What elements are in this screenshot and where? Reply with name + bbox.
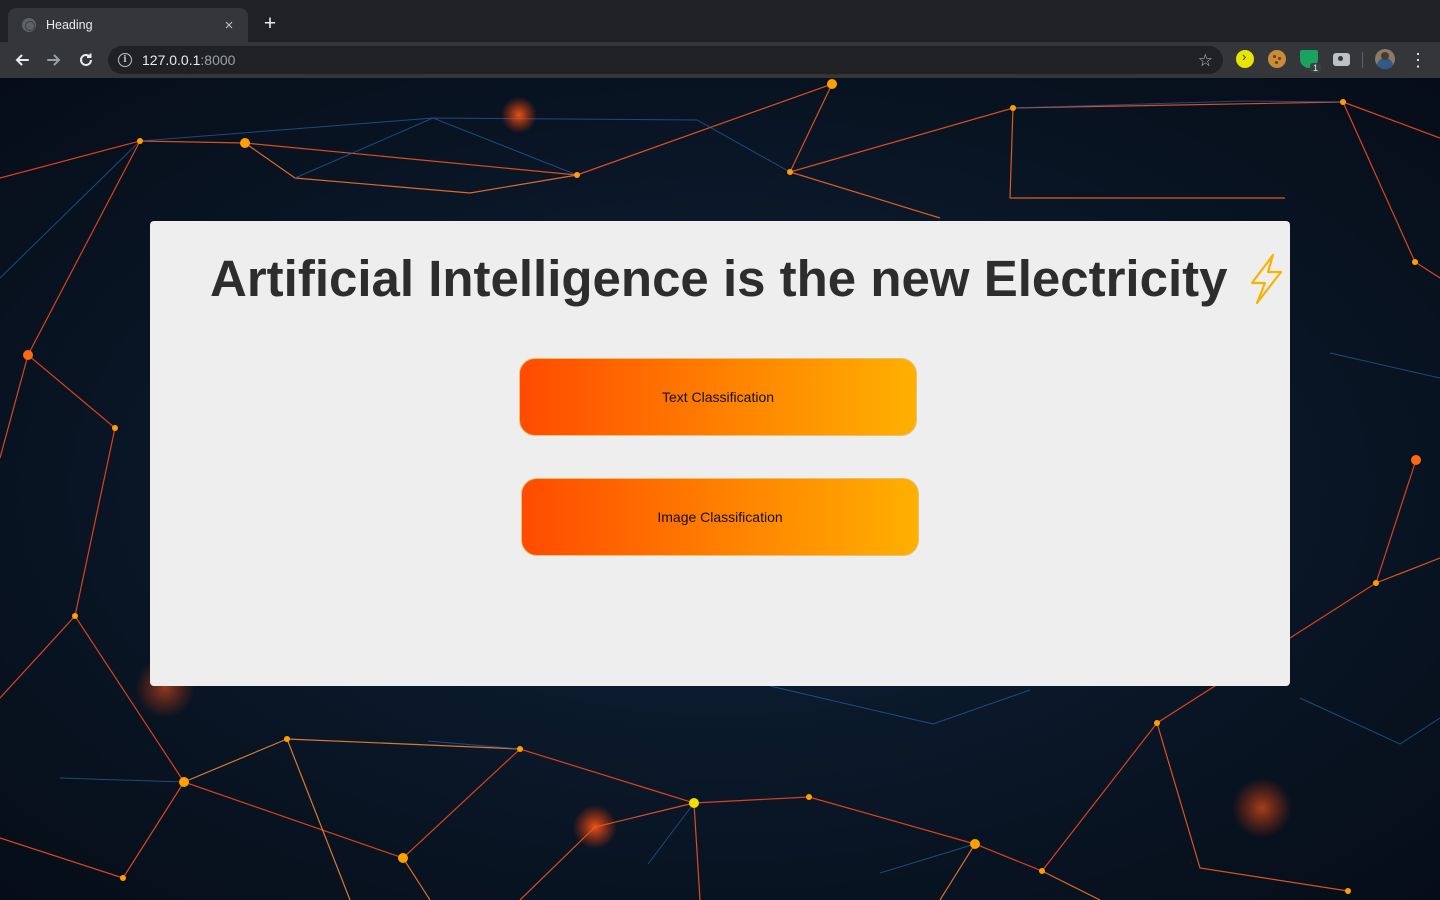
back-button[interactable] bbox=[8, 46, 36, 74]
arrow-right-icon bbox=[47, 54, 61, 66]
text-classification-button[interactable]: Text Classification bbox=[519, 358, 917, 436]
close-tab-icon[interactable]: × bbox=[220, 16, 238, 34]
heading-text: Artificial Intelligence is the new Elect… bbox=[210, 250, 1228, 307]
main-card: Artificial Intelligence is the new Elect… bbox=[150, 221, 1290, 686]
url-host: 127.0.0.1 bbox=[142, 52, 201, 68]
reload-icon bbox=[80, 53, 92, 66]
profile-avatar[interactable] bbox=[1375, 49, 1395, 69]
forward-button[interactable] bbox=[40, 46, 68, 74]
kebab-menu-icon[interactable]: ⋮ bbox=[1409, 50, 1427, 70]
cookie-ext-icon[interactable] bbox=[1268, 50, 1286, 68]
page-heading: Artificial Intelligence is the new Elect… bbox=[210, 249, 1286, 308]
toolbar-divider bbox=[1362, 52, 1363, 68]
lightning-bolt-icon bbox=[1250, 253, 1282, 304]
browser-tab[interactable]: Heading × bbox=[8, 8, 248, 42]
arrow-left-icon bbox=[15, 54, 29, 66]
info-icon[interactable]: i bbox=[118, 53, 132, 67]
bookmark-star-icon[interactable]: ☆ bbox=[1198, 51, 1213, 71]
image-classification-button[interactable]: Image Classification bbox=[521, 478, 919, 556]
page-viewport: Artificial Intelligence is the new Elect… bbox=[0, 78, 1440, 900]
camera-ext-icon[interactable] bbox=[1333, 53, 1350, 66]
reload-button[interactable] bbox=[72, 46, 100, 74]
address-bar[interactable]: i 127.0.0.1 :8000 ☆ bbox=[108, 46, 1223, 74]
tab-title: Heading bbox=[46, 18, 93, 32]
tab-strip: Heading × + bbox=[0, 0, 1440, 42]
globe-icon bbox=[22, 18, 36, 32]
forward-ext-icon[interactable] bbox=[1236, 49, 1254, 68]
new-tab-button[interactable]: + bbox=[258, 12, 282, 36]
browser-toolbar: i 127.0.0.1 :8000 ☆ ⋮ bbox=[0, 42, 1440, 78]
url-port: :8000 bbox=[200, 52, 236, 68]
shield-ext-badge: 1 bbox=[1310, 63, 1322, 73]
